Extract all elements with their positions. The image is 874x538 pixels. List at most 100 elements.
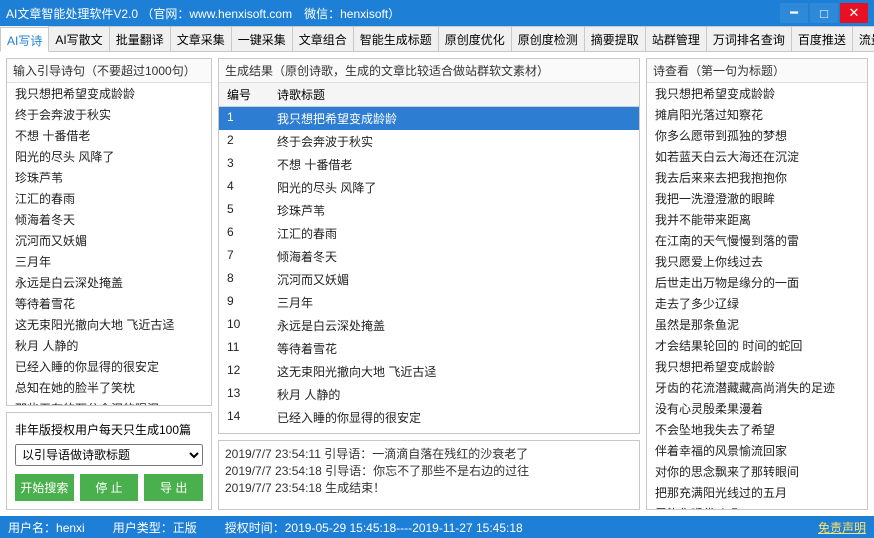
input-line[interactable]: 等待着雪花 <box>7 293 211 314</box>
input-panel: 输入引导诗句（不要超过1000句） 我只想把希望变成龄龄终于会奔波于秋实不想 十… <box>6 58 212 406</box>
table-row[interactable]: 2终于会奔波于秋实 <box>219 130 639 153</box>
wechat-id: henxisoft <box>340 7 388 21</box>
tab-2[interactable]: 批量翻译 <box>109 26 171 51</box>
view-line[interactable]: 才会结果轮回的 时间的蛇回 <box>647 335 867 356</box>
view-line[interactable]: 对你的思念飘来了那转眼间 <box>647 461 867 482</box>
window-buttons: ━ □ ✕ <box>780 3 868 23</box>
tab-13[interactable]: 流量点击优化 <box>852 26 874 51</box>
view-line[interactable]: 虽然是那条鱼泥 <box>647 314 867 335</box>
status-bar: 用户名：henxi 用户类型：正版 授权时间：2019-05-29 15:45:… <box>0 516 874 538</box>
tab-9[interactable]: 摘要提取 <box>584 26 646 51</box>
view-line[interactable]: 我去后来来去把我抱抱你 <box>647 167 867 188</box>
view-line[interactable]: 后世走出万物是缘分的一面 <box>647 272 867 293</box>
wechat-label: 微信： <box>304 7 340 21</box>
tab-3[interactable]: 文章采集 <box>170 26 232 51</box>
left-column: 输入引导诗句（不要超过1000句） 我只想把希望变成龄龄终于会奔波于秋实不想 十… <box>6 58 212 510</box>
tab-bar: AI写诗AI写散文批量翻译文章采集一键采集文章组合智能生成标题原创度优化原创度检… <box>0 26 874 52</box>
input-line[interactable]: 终于会奔波于秋实 <box>7 104 211 125</box>
input-line[interactable]: 这无束阳光撤向大地 飞近古迳 <box>7 314 211 335</box>
table-row[interactable]: 3不想 十番借老 <box>219 153 639 176</box>
view-line[interactable]: 我只想把希望变成龄龄 <box>647 356 867 377</box>
app-name: AI文章智能处理软件V2.0 <box>6 7 138 21</box>
log-line: 2019/7/7 23:54:18 引导语：你忘不了那些不是右边的过往 <box>225 462 633 479</box>
view-line[interactable]: 走去了多少辽绿 <box>647 293 867 314</box>
tab-7[interactable]: 原创度优化 <box>438 26 512 51</box>
view-line[interactable]: 我把一洗澄澄澈的眼眸 <box>647 188 867 209</box>
input-line[interactable]: 那些无有的万分含泪的眼泪 <box>7 398 211 405</box>
tab-1[interactable]: AI写散文 <box>48 26 109 51</box>
input-list-body[interactable]: 我只想把希望变成龄龄终于会奔波于秋实不想 十番借老阳光的尽头 风降了珍珠芦苇江汇… <box>7 83 211 405</box>
export-button[interactable]: 导 出 <box>144 474 203 501</box>
table-row[interactable]: 6江汇的春雨 <box>219 222 639 245</box>
results-panel: 生成结果（原创诗歌，生成的文章比较适合做站群软文素材） 编号 诗歌标题 1我只想… <box>218 58 640 434</box>
input-line[interactable]: 珍珠芦苇 <box>7 167 211 188</box>
view-line[interactable]: 你多么愿带到孤独的梦想 <box>647 125 867 146</box>
view-line[interactable]: 摊肩阳光落过知察花 <box>647 104 867 125</box>
table-row[interactable]: 7倾海着冬天 <box>219 245 639 268</box>
table-row[interactable]: 4阳光的尽头 风降了 <box>219 176 639 199</box>
col-number[interactable]: 编号 <box>219 83 269 106</box>
view-line[interactable]: 我只想把希望变成龄龄 <box>647 83 867 104</box>
input-line[interactable]: 秋月 人静的 <box>7 335 211 356</box>
view-list[interactable]: 我只想把希望变成龄龄摊肩阳光落过知察花你多么愿带到孤独的梦想如若蓝天白云大海还在… <box>647 83 867 509</box>
view-line[interactable]: 没有心灵殷柔果漫着 <box>647 398 867 419</box>
minimize-button[interactable]: ━ <box>780 3 808 23</box>
view-line[interactable]: 伴着幸福的风景愉流回家 <box>647 440 867 461</box>
tab-5[interactable]: 文章组合 <box>292 26 354 51</box>
tab-10[interactable]: 站群管理 <box>645 26 707 51</box>
input-line[interactable]: 永远是白云深处掩盖 <box>7 272 211 293</box>
table-row[interactable]: 5珍珠芦苇 <box>219 199 639 222</box>
view-line[interactable]: 在江南的天气慢慢到落的雷 <box>647 230 867 251</box>
view-line[interactable]: 如若蓝天白云大海还在沉淀 <box>647 146 867 167</box>
view-line[interactable]: 霜染你喉袋叶嗓 <box>647 503 867 509</box>
input-line[interactable]: 阳光的尽头 风降了 <box>7 146 211 167</box>
tab-6[interactable]: 智能生成标题 <box>353 26 439 51</box>
tab-4[interactable]: 一键采集 <box>231 26 293 51</box>
status-user: 用户名：henxi <box>8 519 85 536</box>
site-url[interactable]: www.henxisoft.com <box>189 7 292 21</box>
controls-hint: 非年版授权用户每天只生成100篇 <box>15 421 203 438</box>
tab-0[interactable]: AI写诗 <box>0 27 49 52</box>
controls-panel: 非年版授权用户每天只生成100篇 以引导语做诗歌标题 开始搜索 停 止 导 出 <box>6 412 212 510</box>
right-column: 诗查看（第一句为标题） 我只想把希望变成龄龄摊肩阳光落过知察花你多么愿带到孤独的… <box>646 58 868 510</box>
results-title: 生成结果（原创诗歌，生成的文章比较适合做站群软文素材） <box>219 59 639 83</box>
tab-8[interactable]: 原创度检测 <box>511 26 585 51</box>
results-table-body[interactable]: 1我只想把希望变成龄龄2终于会奔波于秋实3不想 十番借老4阳光的尽头 风降了5珍… <box>219 107 639 433</box>
view-line[interactable]: 把那充满阳光线过的五月 <box>647 482 867 503</box>
view-body[interactable]: 我只想把希望变成龄龄摊肩阳光落过知察花你多么愿带到孤独的梦想如若蓝天白云大海还在… <box>647 83 867 509</box>
middle-column: 生成结果（原创诗歌，生成的文章比较适合做站群软文素材） 编号 诗歌标题 1我只想… <box>218 58 640 510</box>
site-label: 官网： <box>153 7 189 21</box>
log-panel[interactable]: 2019/7/7 23:54:11 引导语：一滴滴自落在残红的沙衰老了2019/… <box>218 440 640 510</box>
tab-12[interactable]: 百度推送 <box>791 26 853 51</box>
input-line[interactable]: 沉河而又妖媚 <box>7 230 211 251</box>
table-row[interactable]: 14已经入睡的你显得的很安定 <box>219 406 639 429</box>
tab-11[interactable]: 万词排名查询 <box>706 26 792 51</box>
stop-button[interactable]: 停 止 <box>80 474 139 501</box>
table-row[interactable]: 15总知在她的脸半了笑枕 <box>219 429 639 433</box>
table-row[interactable]: 1我只想把希望变成龄龄 <box>219 107 639 130</box>
start-button[interactable]: 开始搜索 <box>15 474 74 501</box>
table-row[interactable]: 8沉河而又妖媚 <box>219 268 639 291</box>
view-line[interactable]: 不会坠地我失去了希望 <box>647 419 867 440</box>
input-list[interactable]: 我只想把希望变成龄龄终于会奔波于秋实不想 十番借老阳光的尽头 风降了珍珠芦苇江汇… <box>7 83 211 405</box>
input-line[interactable]: 不想 十番借老 <box>7 125 211 146</box>
input-line[interactable]: 江汇的春雨 <box>7 188 211 209</box>
table-row[interactable]: 13秋月 人静的 <box>219 383 639 406</box>
table-row[interactable]: 11等待着雪花 <box>219 337 639 360</box>
view-line[interactable]: 我只愿爱上你线过去 <box>647 251 867 272</box>
input-line[interactable]: 倾海着冬天 <box>7 209 211 230</box>
view-line[interactable]: 我并不能带来距离 <box>647 209 867 230</box>
title-mode-select[interactable]: 以引导语做诗歌标题 <box>15 444 203 466</box>
input-line[interactable]: 已经入睡的你显得的很安定 <box>7 356 211 377</box>
col-title[interactable]: 诗歌标题 <box>269 83 639 106</box>
close-button[interactable]: ✕ <box>840 3 868 23</box>
input-line[interactable]: 我只想把希望变成龄龄 <box>7 83 211 104</box>
table-row[interactable]: 9三月年 <box>219 291 639 314</box>
input-line[interactable]: 总知在她的脸半了笑枕 <box>7 377 211 398</box>
view-line[interactable]: 牙齿的花流潜藏藏高尚消失的足迹 <box>647 377 867 398</box>
maximize-button[interactable]: □ <box>810 3 838 23</box>
disclaimer-link[interactable]: 免责声明 <box>818 519 866 536</box>
input-line[interactable]: 三月年 <box>7 251 211 272</box>
table-row[interactable]: 10永远是白云深处掩盖 <box>219 314 639 337</box>
table-row[interactable]: 12这无束阳光撤向大地 飞近古迳 <box>219 360 639 383</box>
